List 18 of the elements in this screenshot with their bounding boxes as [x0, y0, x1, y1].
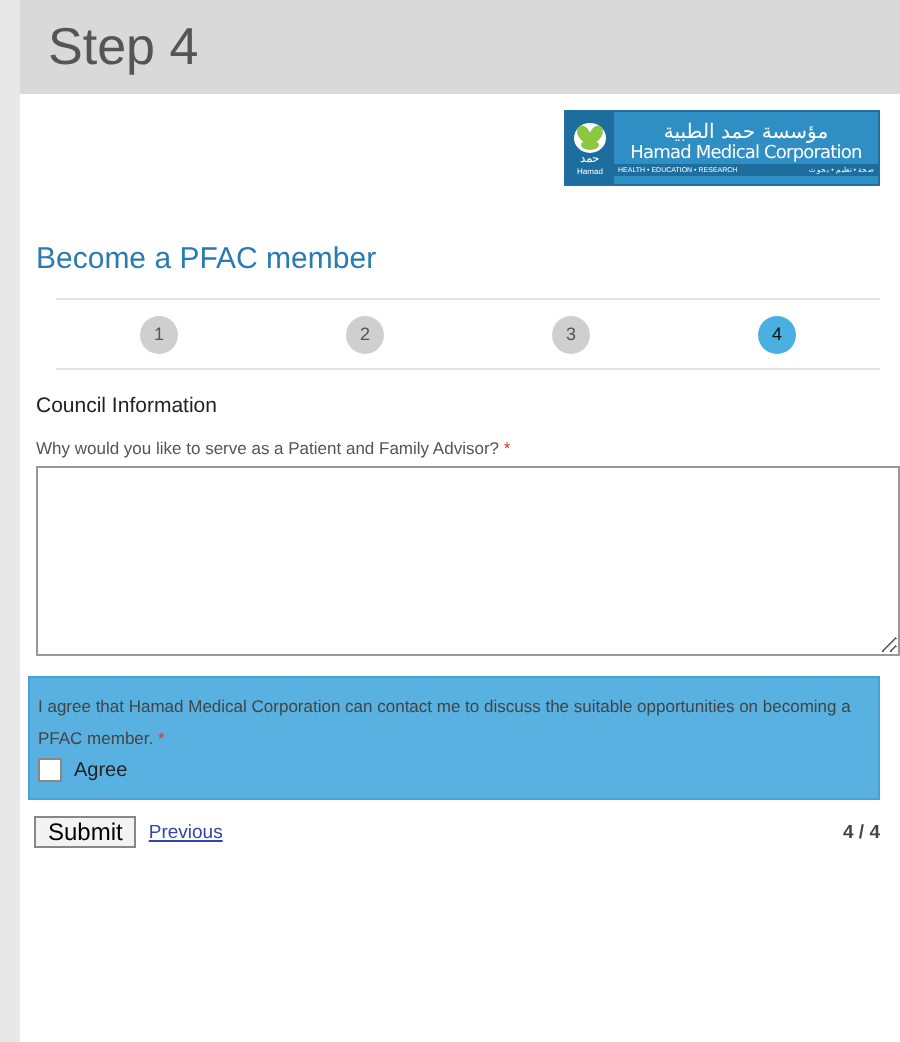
logo-name: Hamad Medical Corporation [630, 144, 862, 164]
consent-text: I agree that Hamad Medical Corporation can contact me to discuss the suitable opportunities on becoming a PFAC member. * [38, 694, 853, 752]
submit-button[interactable]: Submit [34, 816, 137, 848]
step-title: Step 4 [48, 16, 199, 78]
step-indicator: 2 [346, 315, 384, 353]
question-label: Why would you like to serve as a Patient and Family Advisor? * [36, 438, 513, 458]
step-indicator: 3 [552, 315, 590, 353]
section-title: Council Information [36, 394, 219, 418]
leaf-icon [572, 121, 608, 153]
agree-label: Agree [74, 759, 128, 781]
step-indicator: 1 [140, 315, 178, 353]
page-counter: 4 / 4 [843, 821, 880, 843]
answer-box[interactable] [36, 466, 900, 656]
logo-arabic-name: مؤسسة حمد الطبية [663, 122, 829, 144]
form-title: Become a PFAC member [36, 242, 379, 276]
agree-checkbox[interactable] [38, 758, 62, 782]
step-indicator: 4 [758, 315, 796, 353]
previous-link[interactable]: Previous [148, 821, 223, 843]
